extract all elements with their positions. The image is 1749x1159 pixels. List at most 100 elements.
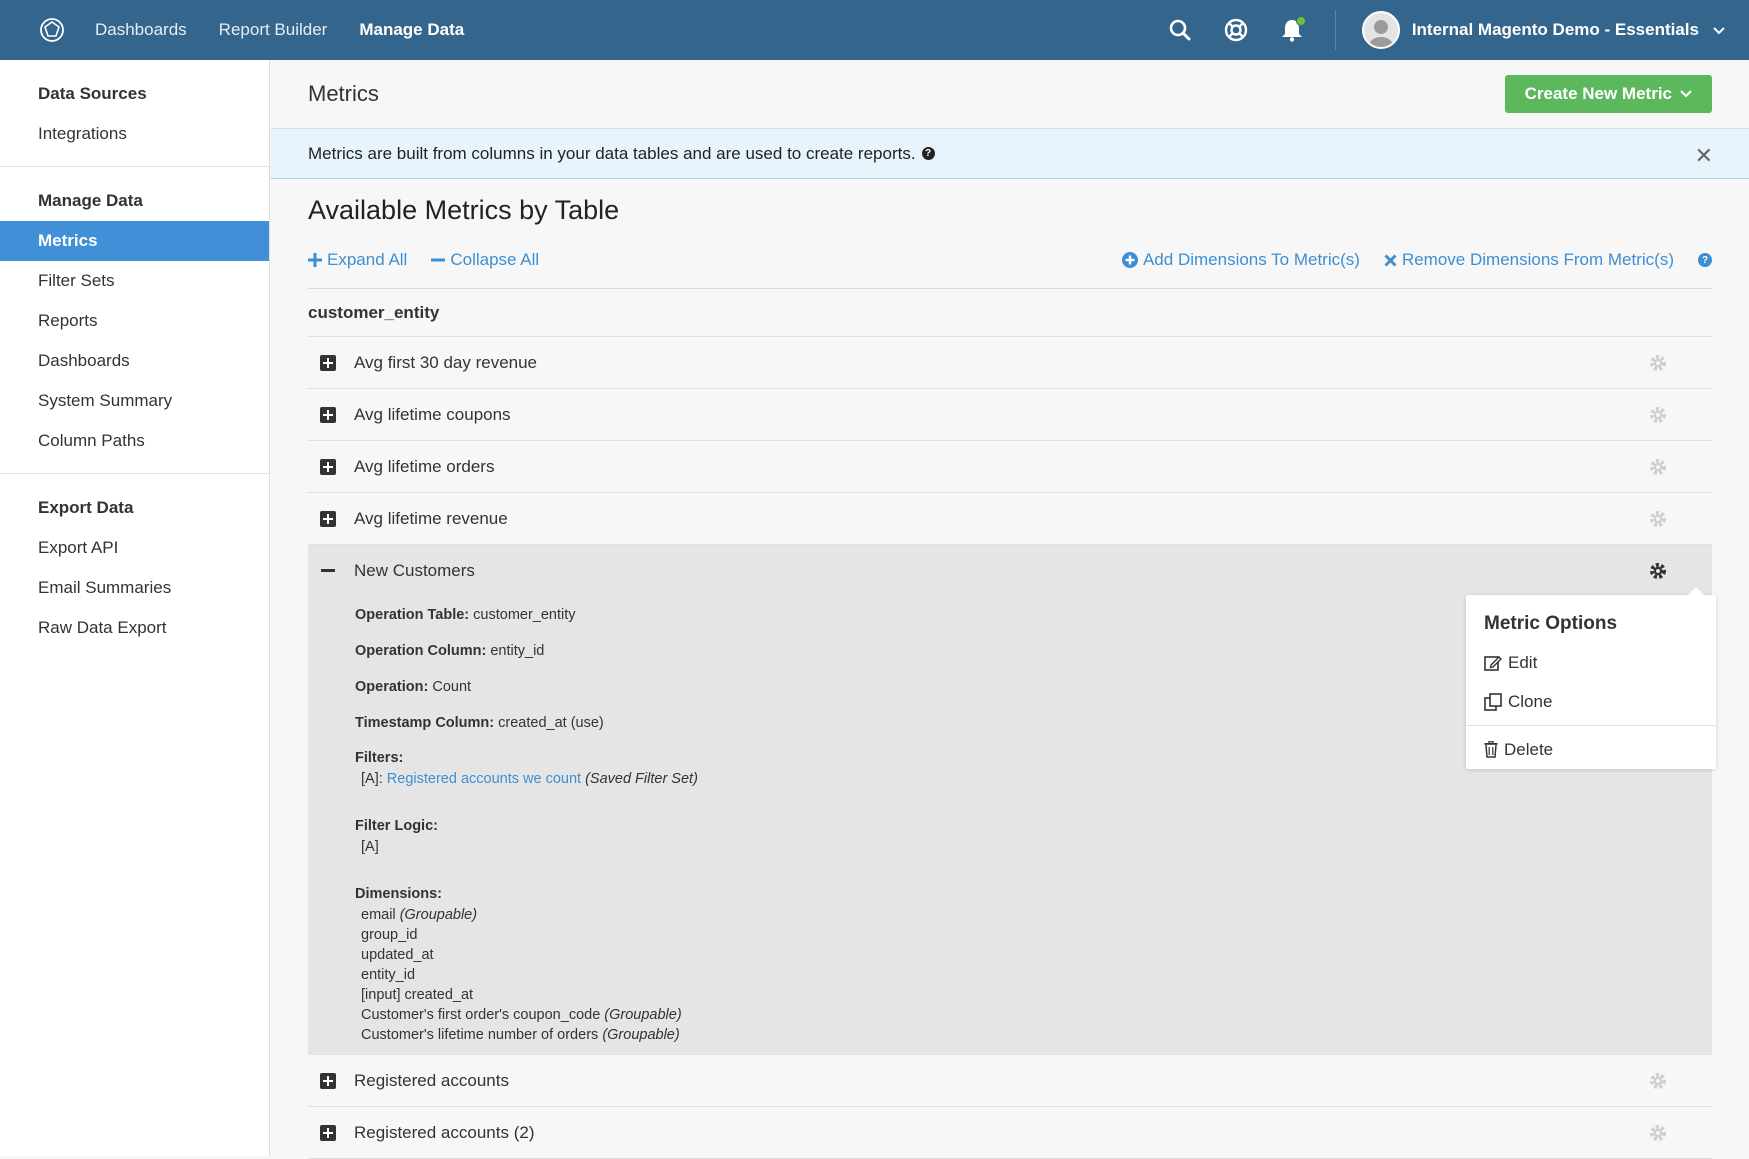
sidebar-section-data-sources: Data Sources Integrations [0, 60, 269, 167]
metric-row[interactable]: Avg lifetime orders [308, 441, 1712, 493]
sidebar-item-email-summaries[interactable]: Email Summaries [0, 568, 269, 608]
expanded-metric: New Customers Operation Table: customer_… [308, 545, 1716, 1055]
gear-icon[interactable] [1648, 561, 1668, 581]
clone-icon [1484, 692, 1502, 711]
nav-report-builder[interactable]: Report Builder [219, 20, 328, 40]
gear-icon[interactable] [1648, 353, 1668, 373]
close-icon[interactable]: ✕ [1695, 143, 1713, 169]
sidebar-item-integrations[interactable]: Integrations [0, 114, 269, 154]
metric-row[interactable]: Registered accounts (2) [308, 1107, 1712, 1159]
toolbar-right: Add Dimensions To Metric(s) Remove Dimen… [1121, 231, 1712, 289]
filter-set-link[interactable]: Registered accounts we count [387, 771, 581, 787]
menu-item-label: Delete [1504, 739, 1554, 759]
bell-icon[interactable] [1279, 16, 1306, 43]
gear-icon[interactable] [1648, 457, 1668, 477]
gear-icon[interactable] [1648, 405, 1668, 425]
info-banner: Metrics are built from columns in your d… [271, 128, 1749, 179]
menu-item-delete[interactable]: Delete [1466, 730, 1716, 769]
gear-icon[interactable] [1648, 509, 1668, 529]
app-logo-icon[interactable] [37, 15, 67, 45]
detail-value: created_at (use) [498, 715, 604, 731]
expand-plus-icon[interactable] [320, 510, 336, 527]
sidebar-item-export-api[interactable]: Export API [0, 528, 269, 568]
dimension-name: Customer's first order's coupon_code [361, 1007, 601, 1023]
chevron-down-icon [1680, 90, 1692, 98]
gear-icon[interactable] [1648, 1123, 1668, 1143]
dimension-name: [input] created_at [361, 987, 474, 1003]
filter-logic-block: Filter Logic: [A] [355, 815, 1712, 857]
help-lifebuoy-icon[interactable] [1223, 17, 1249, 43]
metric-row-label: Avg lifetime revenue [354, 508, 508, 528]
menu-item-label: Edit [1508, 652, 1538, 672]
metric-row-label: Avg lifetime coupons [354, 404, 511, 424]
sidebar-item-dashboards[interactable]: Dashboards [0, 341, 269, 381]
dimension-item: updated_at [355, 945, 1712, 965]
expand-plus-icon[interactable] [320, 1072, 336, 1089]
help-icon[interactable]: ? [1698, 253, 1712, 267]
detail-label: Operation Table: [355, 607, 470, 623]
metric-options-menu: Metric Options Edit Clone Delete [1466, 587, 1716, 769]
dimension-name: Customer's lifetime number of orders [361, 1027, 599, 1043]
sidebar-item-metrics[interactable]: Metrics [0, 221, 269, 261]
dimension-name: updated_at [361, 947, 434, 963]
sidebar-item-filter-sets[interactable]: Filter Sets [0, 261, 269, 301]
detail-label: Operation: [355, 679, 429, 695]
section-title: Available Metrics by Table [308, 195, 620, 225]
menu-item-clone[interactable]: Clone [1466, 682, 1716, 721]
create-new-metric-button[interactable]: Create New Metric [1504, 75, 1712, 113]
metric-row[interactable]: Registered accounts [308, 1055, 1712, 1107]
dimension-note: (Groupable) [602, 1027, 680, 1043]
metric-row[interactable]: Avg first 30 day revenue [308, 337, 1712, 389]
metric-row-label: Avg lifetime orders [354, 456, 495, 476]
collapse-all-link[interactable]: Collapse All [431, 250, 539, 270]
search-icon[interactable] [1167, 17, 1193, 43]
metric-row[interactable]: Avg lifetime coupons [308, 389, 1712, 441]
info-banner-text: Metrics are built from columns in your d… [308, 143, 916, 163]
expand-plus-icon[interactable] [320, 406, 336, 423]
create-new-metric-label: Create New Metric [1524, 84, 1672, 103]
expand-plus-icon[interactable] [320, 1124, 336, 1141]
add-dimensions-label: Add Dimensions To Metric(s) [1142, 250, 1360, 269]
metric-row[interactable]: Avg lifetime revenue [308, 493, 1712, 545]
nav-dashboards[interactable]: Dashboards [95, 20, 187, 40]
menu-item-label: Clone [1508, 691, 1553, 711]
dimension-name: email [361, 907, 396, 923]
dimension-item: email (Groupable) [355, 905, 1712, 925]
page-title: Metrics [308, 81, 379, 106]
sidebar-item-system-summary[interactable]: System Summary [0, 381, 269, 421]
page-header: Metrics Create New Metric [271, 60, 1749, 128]
edit-icon [1484, 655, 1502, 671]
remove-dimensions-link[interactable]: Remove Dimensions From Metric(s) [1384, 250, 1674, 270]
times-icon [1384, 253, 1397, 267]
sidebar: Data Sources Integrations Manage Data Me… [0, 60, 270, 1156]
sidebar-item-raw-data-export[interactable]: Raw Data Export [0, 608, 269, 648]
dimension-item: [input] created_at [355, 985, 1712, 1005]
menu-item-edit[interactable]: Edit [1466, 643, 1716, 682]
sidebar-heading: Data Sources [38, 84, 147, 103]
minus-icon [431, 258, 446, 261]
sidebar-item-column-paths[interactable]: Column Paths [0, 421, 269, 461]
metric-row-label: New Customers [354, 561, 475, 580]
sidebar-heading: Manage Data [38, 191, 143, 210]
expand-plus-icon[interactable] [320, 354, 336, 371]
expand-plus-icon[interactable] [320, 458, 336, 475]
plus-icon [308, 252, 322, 267]
dimension-name: group_id [361, 927, 418, 943]
sidebar-item-reports[interactable]: Reports [0, 301, 269, 341]
detail-value: entity_id [490, 643, 545, 659]
nav-manage-data[interactable]: Manage Data [359, 20, 464, 40]
collapse-minus-icon[interactable] [320, 563, 336, 579]
expand-all-link[interactable]: Expand All [308, 250, 407, 270]
account-name[interactable]: Internal Magento Demo - Essentials [1412, 20, 1699, 40]
dimension-item: Customer's lifetime number of orders (Gr… [355, 1025, 1712, 1045]
chevron-down-icon[interactable] [1713, 20, 1725, 40]
gear-icon[interactable] [1648, 1071, 1668, 1091]
avatar[interactable] [1361, 11, 1400, 49]
dimensions-label: Dimensions: [355, 886, 443, 902]
add-dimensions-link[interactable]: Add Dimensions To Metric(s) [1121, 250, 1360, 270]
filter-entry: [A]: Registered accounts we count (Saved… [355, 769, 1712, 789]
question-icon[interactable]: ? [921, 147, 935, 160]
notification-dot [1295, 16, 1306, 26]
plus-circle-icon [1121, 252, 1138, 268]
metric-row-expanded[interactable]: New Customers [308, 545, 1712, 597]
